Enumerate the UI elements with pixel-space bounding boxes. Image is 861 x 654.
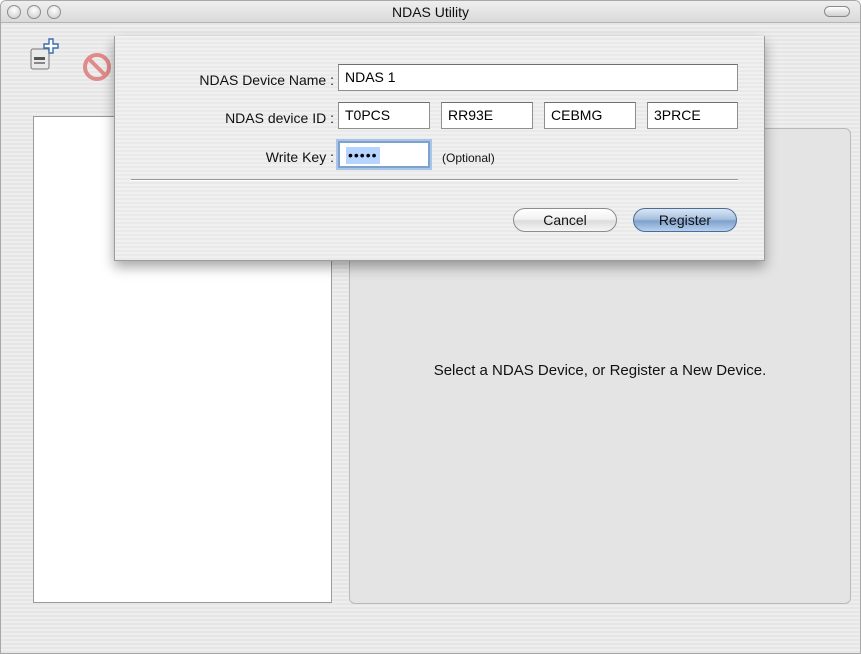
- device-id-field-3[interactable]: CEBMG: [544, 102, 636, 129]
- toolbar-toggle-button[interactable]: [824, 6, 850, 17]
- device-id-label: NDAS device ID :: [225, 110, 334, 126]
- register-button[interactable]: Register: [633, 208, 737, 232]
- write-key-field[interactable]: •••••: [338, 141, 430, 168]
- device-id-field-1[interactable]: T0PCS: [338, 102, 430, 129]
- cancel-button[interactable]: Cancel: [513, 208, 617, 232]
- add-device-icon[interactable]: [28, 37, 60, 76]
- title-bar[interactable]: NDAS Utility: [1, 1, 860, 23]
- write-key-value: •••••: [346, 147, 380, 164]
- device-name-field[interactable]: NDAS 1: [338, 64, 738, 91]
- write-key-optional-hint: (Optional): [442, 151, 495, 165]
- device-id-field-2[interactable]: RR93E: [441, 102, 533, 129]
- device-id-field-4[interactable]: 3PRCE: [647, 102, 738, 129]
- main-window: NDAS Utility Select a NDAS Device, or Re…: [0, 0, 861, 654]
- window-title: NDAS Utility: [391, 4, 469, 20]
- empty-state-message: Select a NDAS Device, or Register a New …: [433, 362, 767, 379]
- write-key-label: Write Key :: [265, 149, 334, 165]
- register-device-sheet: NDAS Device Name : NDAS 1 NDAS device ID…: [114, 36, 765, 261]
- unregister-icon[interactable]: [81, 51, 113, 88]
- sheet-divider: [131, 179, 738, 181]
- device-name-label: NDAS Device Name :: [199, 72, 334, 88]
